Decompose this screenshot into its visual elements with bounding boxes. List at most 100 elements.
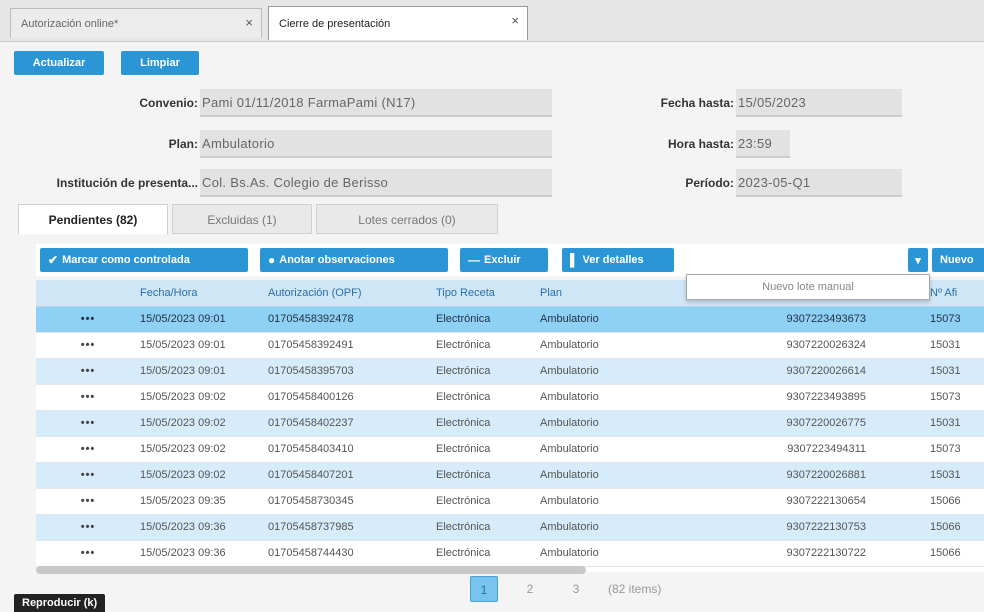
view-details-button[interactable]: ▌ Ver detalles	[562, 248, 674, 272]
cell-nro-afiliado: 15031	[926, 358, 984, 385]
tab-autorizacion-online[interactable]: Autorización online* ×	[10, 8, 262, 38]
cell-fecha-hora: 15/05/2023 09:02	[136, 436, 264, 463]
row-menu-icon[interactable]: •••	[36, 540, 136, 567]
row-menu-icon[interactable]: •••	[36, 462, 136, 489]
col-actions	[36, 280, 136, 307]
add-notes-button[interactable]: ● Anotar observaciones	[260, 248, 448, 272]
col-nro-afiliado[interactable]: Nº Afi	[926, 280, 984, 307]
fecha-hasta-label: Fecha hasta:	[660, 96, 734, 110]
cell-autorizacion: 01705458730345	[264, 488, 432, 515]
cell-credencial: 9307220026775	[676, 410, 926, 437]
add-notes-label: Anotar observaciones	[279, 254, 395, 266]
col-fecha-hora[interactable]: Fecha/Hora	[136, 280, 264, 307]
cell-credencial: 9307220026881	[676, 462, 926, 489]
cell-tipo-receta: Electrónica	[432, 358, 536, 385]
new-lot-menu-item[interactable]: Nuevo lote manual	[686, 274, 930, 300]
exclude-button[interactable]: — Excluir	[460, 248, 548, 272]
horizontal-scrollbar[interactable]	[36, 566, 586, 574]
cell-nro-afiliado: 15066	[926, 488, 984, 515]
cell-autorizacion: 01705458737985	[264, 514, 432, 541]
plan-field[interactable]: Ambulatorio	[200, 130, 552, 158]
cell-tipo-receta: Electrónica	[432, 306, 536, 333]
cell-tipo-receta: Electrónica	[432, 462, 536, 489]
row-menu-icon[interactable]: •••	[36, 358, 136, 385]
cell-tipo-receta: Electrónica	[432, 514, 536, 541]
table-row[interactable]: ••• 15/05/2023 09:02 01705458403410 Elec…	[36, 436, 984, 463]
cell-plan: Ambulatorio	[536, 540, 676, 567]
close-icon[interactable]: ×	[511, 13, 519, 28]
cell-tipo-receta: Electrónica	[432, 410, 536, 437]
page-1-button[interactable]: 1	[470, 576, 498, 602]
table-row[interactable]: ••• 15/05/2023 09:01 01705458392491 Elec…	[36, 332, 984, 359]
cell-plan: Ambulatorio	[536, 462, 676, 489]
cell-fecha-hora: 15/05/2023 09:01	[136, 332, 264, 359]
table-row[interactable]: ••• 15/05/2023 09:02 01705458402237 Elec…	[36, 410, 984, 437]
cell-credencial: 9307223493673	[676, 306, 926, 333]
row-menu-icon[interactable]: •••	[36, 384, 136, 411]
tab-cierre-presentacion[interactable]: Cierre de presentación ×	[268, 6, 528, 40]
close-icon[interactable]: ×	[245, 15, 253, 30]
cell-autorizacion: 01705458403410	[264, 436, 432, 463]
row-menu-icon[interactable]: •••	[36, 306, 136, 333]
cell-fecha-hora: 15/05/2023 09:01	[136, 306, 264, 333]
tab-pendientes[interactable]: Pendientes (82)	[18, 204, 168, 234]
cell-autorizacion: 01705458407201	[264, 462, 432, 489]
cell-plan: Ambulatorio	[536, 332, 676, 359]
cell-tipo-receta: Electrónica	[432, 384, 536, 411]
cell-autorizacion: 01705458392491	[264, 332, 432, 359]
table-row[interactable]: ••• 15/05/2023 09:36 01705458737985 Elec…	[36, 514, 984, 541]
col-tipo-receta[interactable]: Tipo Receta	[432, 280, 536, 307]
cell-fecha-hora: 15/05/2023 09:02	[136, 410, 264, 437]
check-icon: ✔	[48, 253, 59, 267]
table-row[interactable]: ••• 15/05/2023 09:02 01705458400126 Elec…	[36, 384, 984, 411]
table-row[interactable]: ••• 15/05/2023 09:35 01705458730345 Elec…	[36, 488, 984, 515]
page-3-button[interactable]: 3	[562, 576, 590, 602]
cell-tipo-receta: Electrónica	[432, 436, 536, 463]
col-autorizacion[interactable]: Autorización (OPF)	[264, 280, 432, 307]
cell-credencial: 9307220026324	[676, 332, 926, 359]
periodo-label: Período:	[685, 176, 734, 190]
table-row[interactable]: ••• 15/05/2023 09:01 01705458392478 Elec…	[36, 306, 984, 333]
plan-label: Plan:	[168, 137, 198, 151]
hora-hasta-field[interactable]: 23:59	[736, 130, 790, 158]
tab-label: Autorización online*	[21, 17, 119, 30]
row-menu-icon[interactable]: •••	[36, 332, 136, 359]
comment-icon: ●	[268, 253, 276, 267]
items-count: (82 items)	[608, 582, 662, 596]
convenio-field[interactable]: Pami 01/11/2018 FarmaPami (N17)	[200, 89, 552, 117]
refresh-button[interactable]: Actualizar	[14, 51, 104, 75]
cell-plan: Ambulatorio	[536, 358, 676, 385]
cell-nro-afiliado: 15031	[926, 462, 984, 489]
table-row[interactable]: ••• 15/05/2023 09:01 01705458395703 Elec…	[36, 358, 984, 385]
mark-controlled-button[interactable]: ✔ Marcar como controlada	[40, 248, 248, 272]
cell-fecha-hora: 15/05/2023 09:36	[136, 540, 264, 567]
row-menu-icon[interactable]: •••	[36, 488, 136, 515]
cell-fecha-hora: 15/05/2023 09:35	[136, 488, 264, 515]
cell-autorizacion: 01705458744430	[264, 540, 432, 567]
institucion-label: Institución de presenta...	[56, 176, 198, 190]
cell-tipo-receta: Electrónica	[432, 332, 536, 359]
dropdown-toggle-button[interactable]: ▾	[908, 248, 928, 272]
tab-excluidas[interactable]: Excluidas (1)	[172, 204, 312, 234]
col-plan[interactable]: Plan	[536, 280, 676, 307]
tab-bar: Autorización online* × Cierre de present…	[0, 0, 984, 42]
table-row[interactable]: ••• 15/05/2023 09:36 01705458744430 Elec…	[36, 540, 984, 567]
periodo-field[interactable]: 2023-05-Q1	[736, 169, 902, 197]
grid-toolbar: ✔ Marcar como controlada ● Anotar observ…	[36, 244, 984, 276]
row-menu-icon[interactable]: •••	[36, 514, 136, 541]
row-menu-icon[interactable]: •••	[36, 410, 136, 437]
tab-lotes-cerrados[interactable]: Lotes cerrados (0)	[316, 204, 498, 234]
cell-nro-afiliado: 15066	[926, 540, 984, 567]
cell-autorizacion: 01705458402237	[264, 410, 432, 437]
exclude-label: Excluir	[484, 254, 521, 266]
institucion-field[interactable]: Col. Bs.As. Colegio de Berisso	[200, 169, 552, 197]
row-menu-icon[interactable]: •••	[36, 436, 136, 463]
page-2-button[interactable]: 2	[516, 576, 544, 602]
new-button[interactable]: Nuevo	[932, 248, 984, 272]
cell-nro-afiliado: 15073	[926, 436, 984, 463]
tab-label: Cierre de presentación	[279, 17, 391, 30]
fecha-hasta-field[interactable]: 15/05/2023	[736, 89, 902, 117]
table-row[interactable]: ••• 15/05/2023 09:02 01705458407201 Elec…	[36, 462, 984, 489]
cell-credencial: 9307223494311	[676, 436, 926, 463]
clear-button[interactable]: Limpiar	[121, 51, 199, 75]
